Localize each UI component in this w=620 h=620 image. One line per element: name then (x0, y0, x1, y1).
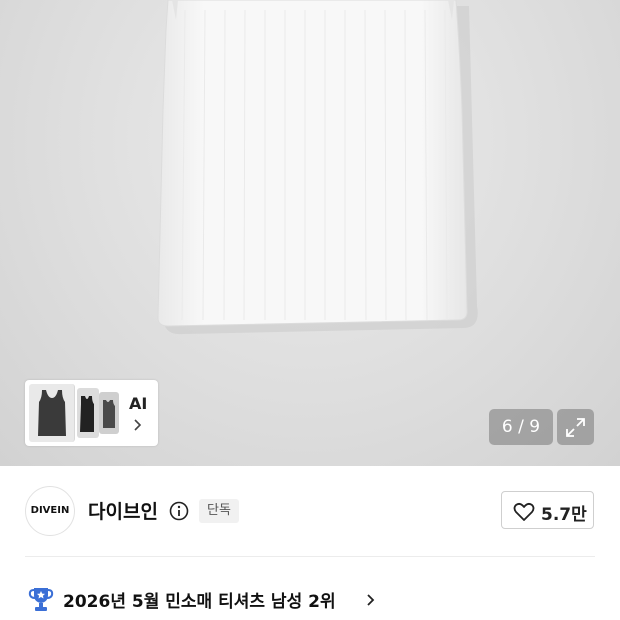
expand-icon (566, 418, 585, 437)
expand-button[interactable] (557, 409, 594, 445)
exclusive-badge: 단독 (199, 499, 239, 523)
heart-icon (513, 502, 535, 521)
brand-logo[interactable]: DIVEIN (25, 486, 75, 536)
trophy-icon (27, 585, 55, 617)
product-image-gallery[interactable]: AI 6 / 9 (0, 0, 620, 466)
chevron-right-icon (133, 417, 143, 436)
divider (25, 556, 595, 557)
similar-product-thumbnail[interactable] (29, 384, 75, 442)
ranking-text[interactable]: 2026년 5월 민소매 티셔츠 남성 2위 (63, 587, 336, 612)
ai-label: AI (129, 394, 148, 413)
similar-product-thumbnail[interactable] (77, 388, 99, 438)
similar-product-thumbnail[interactable] (99, 392, 119, 434)
info-icon[interactable] (169, 501, 189, 525)
image-counter: 6 / 9 (489, 409, 553, 445)
brand-name[interactable]: 다이브인 (88, 497, 158, 524)
like-button[interactable]: 5.7만 (501, 491, 594, 529)
ai-similar-products-card[interactable]: AI (25, 380, 158, 446)
chevron-right-icon[interactable] (366, 592, 376, 611)
like-count: 5.7만 (541, 505, 587, 525)
